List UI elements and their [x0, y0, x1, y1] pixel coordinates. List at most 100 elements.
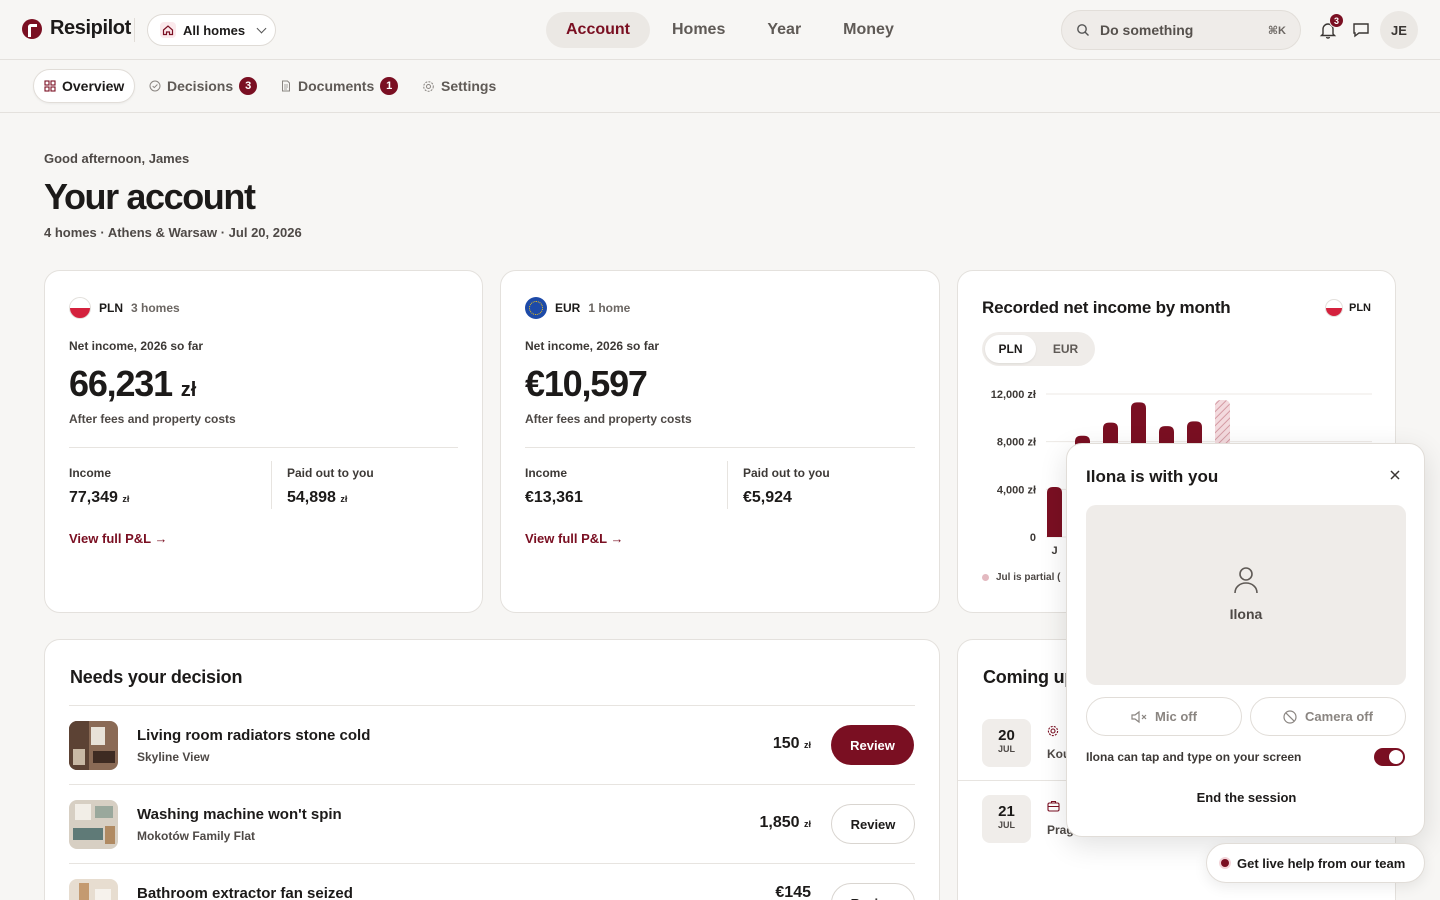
date-day: 20	[998, 727, 1015, 744]
currency-code: PLN	[99, 301, 123, 315]
nav-homes[interactable]: Homes	[652, 12, 745, 48]
chevron-down-icon	[256, 23, 267, 34]
divider	[69, 447, 458, 448]
date-month: JUL	[997, 820, 1015, 830]
tab-label: Decisions	[167, 78, 234, 94]
decision-home: Mokotów Family Flat	[137, 829, 256, 843]
decision-home: Skyline View	[137, 750, 210, 764]
brand[interactable]: Resipilot	[22, 17, 131, 40]
decision-row[interactable]: Bathroom extractor fan seized €145 Revie…	[69, 863, 915, 900]
paid-out-value: €5,924	[743, 489, 792, 506]
tab-settings[interactable]: Settings	[412, 69, 506, 103]
currency-toggle: PLN EUR	[982, 332, 1095, 366]
close-icon[interactable]	[1388, 468, 1402, 482]
nav-account[interactable]: Account	[546, 12, 650, 48]
top-bar: Resipilot All homes Account Homes Year M…	[0, 0, 1440, 60]
decision-row[interactable]: Washing machine won't spin Mokotów Famil…	[69, 784, 915, 864]
video-participant-name: Ilona	[1229, 606, 1263, 622]
search-icon	[1077, 24, 1089, 36]
home-count: 1 home	[588, 301, 631, 315]
decisions-count-badge: 3	[239, 77, 258, 95]
tab-label: Settings	[441, 78, 497, 94]
property-thumbnail	[69, 800, 118, 849]
camera-toggle[interactable]: Camera off	[1250, 697, 1406, 736]
live-help-button[interactable]: Get live help from our team	[1206, 843, 1425, 883]
toggle-eur[interactable]: EUR	[1040, 335, 1091, 363]
main-nav: Account Homes Year Money	[546, 12, 914, 48]
net-income-note: After fees and property costs	[525, 412, 692, 426]
date-month: JUL	[997, 744, 1015, 754]
avatar[interactable]: JE	[1380, 11, 1418, 49]
session-title: Ilona is with you	[1086, 467, 1219, 486]
view-pl-link[interactable]: View full P&L →	[525, 531, 623, 546]
house-icon	[160, 22, 176, 38]
live-session-panel: Ilona is with you Ilona Mic off Camera o…	[1066, 443, 1425, 837]
mic-toggle[interactable]: Mic off	[1086, 697, 1242, 736]
review-button[interactable]: Review	[831, 883, 915, 900]
end-session-button[interactable]: End the session	[1067, 790, 1426, 805]
sub-nav: Overview Decisions 3 Documents 1 Setting…	[0, 60, 1440, 113]
screen-control-toggle[interactable]	[1374, 748, 1405, 766]
view-pl-link[interactable]: View full P&L →	[69, 531, 167, 546]
decisions-card: Needs your decision Living room radiator…	[44, 639, 940, 900]
date-day: 21	[998, 803, 1015, 820]
command-search[interactable]: Do something ⌘K	[1061, 10, 1301, 50]
tab-label: Overview	[62, 78, 125, 94]
divider	[727, 461, 728, 509]
currency-header: EUR 1 home	[525, 297, 630, 319]
income-label: Income	[525, 466, 568, 480]
net-income-label: Net income, 2026 so far	[69, 339, 204, 353]
screen-control-label: Ilona can tap and type on your screen	[1086, 750, 1302, 764]
currency-unit: zł	[180, 379, 197, 401]
gear-icon	[1047, 725, 1059, 737]
paid-out-label: Paid out to you	[743, 466, 830, 480]
divider	[134, 18, 135, 42]
net-income-label: Net income, 2026 so far	[525, 339, 660, 353]
y-tick-label: 4,000 zł	[997, 484, 1036, 496]
review-button[interactable]: Review	[831, 725, 914, 765]
brand-name: Resipilot	[50, 17, 131, 39]
net-income-note: After fees and property costs	[69, 412, 236, 426]
nav-year[interactable]: Year	[747, 12, 821, 48]
coming-up-title: Coming up	[983, 667, 1076, 687]
currency-code: EUR	[555, 301, 581, 315]
decisions-title: Needs your decision	[70, 667, 243, 687]
property-thumbnail	[69, 721, 118, 770]
home-select-label: All homes	[183, 22, 246, 38]
tab-overview[interactable]: Overview	[33, 69, 136, 103]
currency-header: PLN 3 homes	[69, 297, 180, 319]
document-icon	[282, 80, 290, 92]
chart-bar[interactable]	[1047, 486, 1062, 537]
greeting: Good afternoon, James	[44, 151, 190, 166]
notification-badge: 3	[1329, 13, 1344, 28]
camera-label: Camera off	[1305, 709, 1373, 724]
x-tick-label: J	[1051, 545, 1057, 557]
partial-note-text: Jul is partial (	[996, 572, 1061, 583]
partial-legend-dot	[982, 574, 989, 581]
net-income-value: €10,597	[525, 363, 648, 404]
chart-currency-code: PLN	[1349, 302, 1371, 314]
paid-out-value: 54,898 zł	[287, 489, 348, 506]
documents-count-badge: 1	[380, 77, 399, 95]
mic-label: Mic off	[1155, 709, 1197, 724]
gear-icon	[423, 80, 434, 92]
person-icon	[1234, 567, 1258, 594]
tab-documents[interactable]: Documents 1	[270, 69, 408, 103]
nav-money[interactable]: Money	[823, 12, 914, 48]
partial-month-note: Jul is partial (	[982, 572, 1060, 583]
tab-decisions[interactable]: Decisions 3	[139, 69, 267, 103]
chat-icon[interactable]	[1351, 20, 1371, 40]
search-shortcut: ⌘K	[1267, 24, 1286, 37]
live-help-label: Get live help from our team	[1237, 855, 1406, 871]
toggle-pln[interactable]: PLN	[985, 335, 1036, 363]
grid-icon	[44, 80, 56, 92]
divider	[271, 461, 272, 509]
decision-title: Washing machine won't spin	[137, 806, 342, 823]
decision-row[interactable]: Living room radiators stone cold Skyline…	[69, 705, 915, 785]
tab-label: Documents	[298, 78, 375, 94]
home-select[interactable]: All homes	[147, 14, 276, 46]
chart-title: Recorded net income by month	[982, 298, 1231, 317]
search-placeholder: Do something	[1100, 22, 1194, 38]
review-button[interactable]: Review	[831, 804, 915, 844]
live-status-dot	[1221, 859, 1229, 867]
